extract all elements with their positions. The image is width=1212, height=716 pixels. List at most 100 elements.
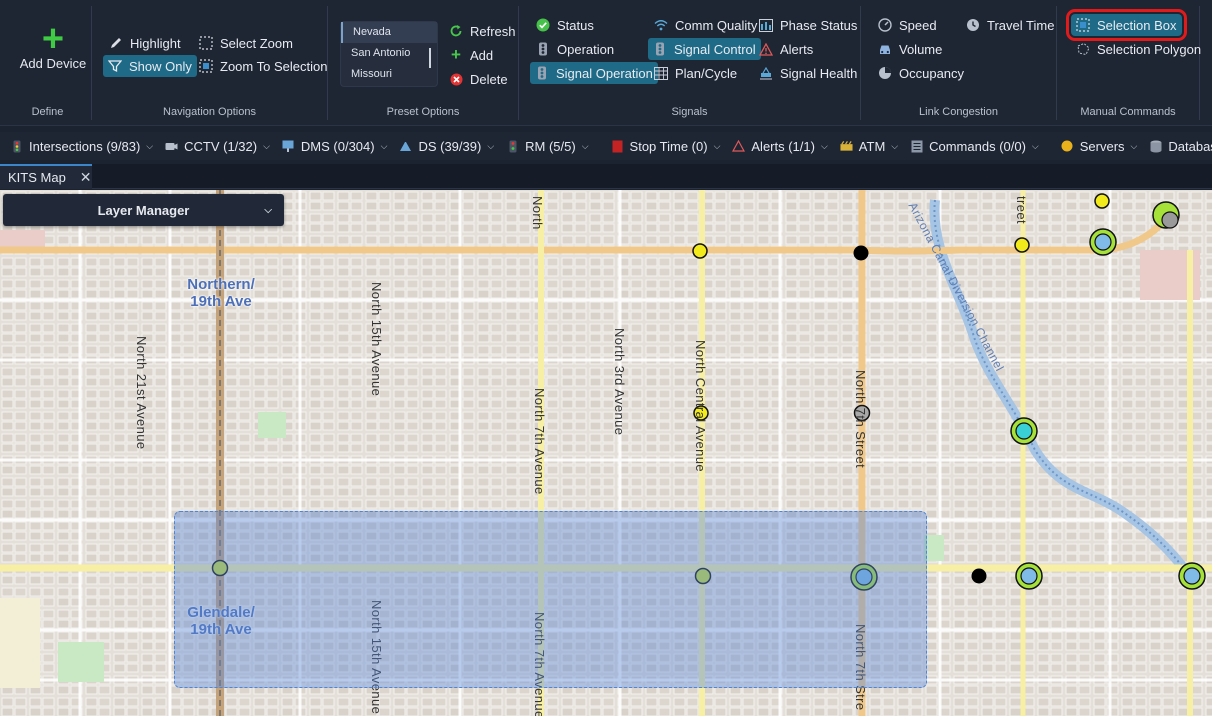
- document-tab-bar: KITS Map ✕: [0, 164, 1212, 189]
- signal-marker[interactable]: [971, 568, 987, 584]
- signal-marker[interactable]: [1094, 193, 1110, 209]
- alerts-button[interactable]: Alerts: [754, 38, 818, 60]
- selection-box-icon: [1075, 17, 1091, 33]
- navigation-group: Highlight Show Only Select Zoom Zoom To …: [92, 6, 328, 120]
- delete-preset-button[interactable]: Delete: [444, 68, 513, 90]
- road-label: North 15th Avenue: [369, 282, 384, 397]
- ribbon-toolbar: + Add Device Define Highlight Show Only …: [0, 0, 1212, 126]
- filter-icon: [107, 58, 123, 74]
- filter-commands[interactable]: Commands (0/0) ⌵: [910, 139, 1039, 154]
- add-preset-button[interactable]: + Add: [444, 44, 498, 66]
- signals-group: Status Operation Signal Operation Comm Q…: [519, 6, 861, 120]
- warning-triangle-icon: [758, 41, 774, 57]
- define-group: + Add Device Define: [4, 6, 92, 120]
- chevron-down-icon: ⌵: [1130, 140, 1138, 151]
- show-only-button[interactable]: Show Only: [103, 55, 197, 77]
- filter-ds[interactable]: DS (39/39) ⌵: [399, 139, 494, 154]
- alert-icon: [732, 140, 746, 153]
- commercial-area: [0, 598, 40, 688]
- signal-health-button[interactable]: Signal Health: [754, 62, 862, 84]
- chevron-down-icon: ⌵: [820, 140, 828, 151]
- chevron-down-icon: ⌵: [487, 140, 495, 151]
- operation-button[interactable]: Operation: [531, 38, 619, 60]
- preset-scrollbar[interactable]: [429, 48, 431, 68]
- filter-cctv[interactable]: CCTV (1/32) ⌵: [165, 139, 270, 154]
- chevron-down-icon: ⌵: [264, 204, 272, 216]
- database-icon: [1149, 140, 1162, 153]
- chevron-down-icon: ⌵: [581, 140, 589, 151]
- phase-grid-icon: [758, 17, 774, 33]
- filter-intersections[interactable]: Intersections (9/83) ⌵: [10, 139, 153, 154]
- preset-item-missouri[interactable]: Missouri: [341, 64, 437, 85]
- comm-quality-button[interactable]: Comm Quality: [649, 14, 762, 36]
- filter-servers[interactable]: Servers ⌵: [1061, 139, 1138, 154]
- area-label-northern: Northern/ 19th Ave: [187, 276, 255, 310]
- traffic-signal-icon: [534, 65, 550, 81]
- traffic-signal-icon: [535, 41, 551, 57]
- speed-button[interactable]: Speed: [873, 14, 942, 36]
- occupancy-button[interactable]: Occupancy: [873, 62, 969, 84]
- park-area: [258, 412, 286, 438]
- tab-kits-map[interactable]: KITS Map ✕: [0, 164, 92, 189]
- layer-manager-dropdown[interactable]: Layer Manager ⌵: [3, 194, 284, 226]
- pie-icon: [877, 65, 893, 81]
- navigation-group-label: Navigation Options: [163, 106, 256, 118]
- filter-dms[interactable]: DMS (0/304) ⌵: [282, 139, 388, 154]
- dashed-box-icon: [198, 35, 214, 51]
- signal-control-button[interactable]: Signal Control: [648, 38, 761, 60]
- select-zoom-button[interactable]: Select Zoom: [194, 32, 298, 54]
- signal-marker[interactable]: [1014, 237, 1030, 253]
- filter-database[interactable]: Database⌵: [1149, 139, 1212, 154]
- road-label: North 21st Avenue: [134, 336, 149, 450]
- chevron-down-icon: ⌵: [380, 140, 388, 151]
- car-icon: [877, 41, 893, 57]
- refresh-button[interactable]: Refresh: [444, 20, 521, 42]
- highlight-button[interactable]: Highlight: [104, 32, 186, 54]
- phase-status-button[interactable]: Phase Status: [754, 14, 862, 36]
- layer-filter-bar: Intersections (9/83) ⌵ CCTV (1/32) ⌵ DMS (…: [0, 132, 1212, 160]
- table-icon: [653, 65, 669, 81]
- status-button[interactable]: Status: [531, 14, 599, 36]
- manual-commands-group: Selection Box Selection Polygon Manual C…: [1057, 6, 1201, 120]
- clock-icon: [965, 17, 981, 33]
- close-icon[interactable]: ✕: [80, 169, 92, 186]
- signal-marker[interactable]: [853, 245, 869, 261]
- filter-rm[interactable]: RM (5/5) ⌵: [506, 139, 589, 154]
- preset-item-nevada[interactable]: Nevada: [341, 22, 437, 43]
- selection-box-button[interactable]: Selection Box: [1066, 9, 1187, 41]
- filter-alerts[interactable]: Alerts (1/1) ⌵: [732, 139, 828, 154]
- preset-list[interactable]: Nevada San Antonio Missouri: [340, 21, 438, 87]
- volume-button[interactable]: Volume: [873, 38, 947, 60]
- server-icon: [1061, 140, 1074, 153]
- preset-item-san-antonio[interactable]: San Antonio: [341, 43, 437, 64]
- stop-icon: [611, 140, 624, 153]
- map-view[interactable]: North 21st Avenue North 15th Avenue Nort…: [0, 190, 1212, 716]
- link-congestion-group-label: Link Congestion: [919, 106, 998, 118]
- selection-box-overlay[interactable]: [174, 511, 927, 688]
- road-label: North 7th Street: [853, 370, 868, 469]
- plan-cycle-button[interactable]: Plan/Cycle: [649, 62, 742, 84]
- travel-time-button[interactable]: Travel Time: [961, 14, 1059, 36]
- delete-icon: [448, 71, 464, 87]
- signal-marker[interactable]: [692, 243, 708, 259]
- preset-group: Nevada San Antonio Missouri Refresh + Ad…: [328, 6, 519, 120]
- atm-icon: [840, 140, 853, 153]
- ramp-meter-icon: [506, 140, 519, 153]
- zoom-to-selection-button[interactable]: Zoom To Selection: [194, 55, 332, 77]
- refresh-icon: [448, 23, 464, 39]
- selection-polygon-button[interactable]: Selection Polygon: [1071, 38, 1206, 60]
- signal-health-icon: [758, 65, 774, 81]
- polygon-icon: [1075, 41, 1091, 57]
- detector-icon: [399, 140, 412, 153]
- plus-icon: +: [41, 18, 65, 60]
- signals-group-label: Signals: [671, 106, 708, 118]
- signal-operation-button[interactable]: Signal Operation: [530, 62, 658, 84]
- traffic-light-icon: [10, 140, 23, 153]
- pencil-icon: [108, 35, 124, 51]
- filter-atm[interactable]: ATM ⌵: [840, 139, 898, 154]
- filter-stop-time[interactable]: Stop Time (0) ⌵: [611, 139, 720, 154]
- manual-commands-group-label: Manual Commands: [1080, 106, 1176, 118]
- road-label: North: [530, 196, 545, 230]
- preset-group-label: Preset Options: [386, 106, 460, 118]
- add-device-button[interactable]: + Add Device: [18, 18, 88, 71]
